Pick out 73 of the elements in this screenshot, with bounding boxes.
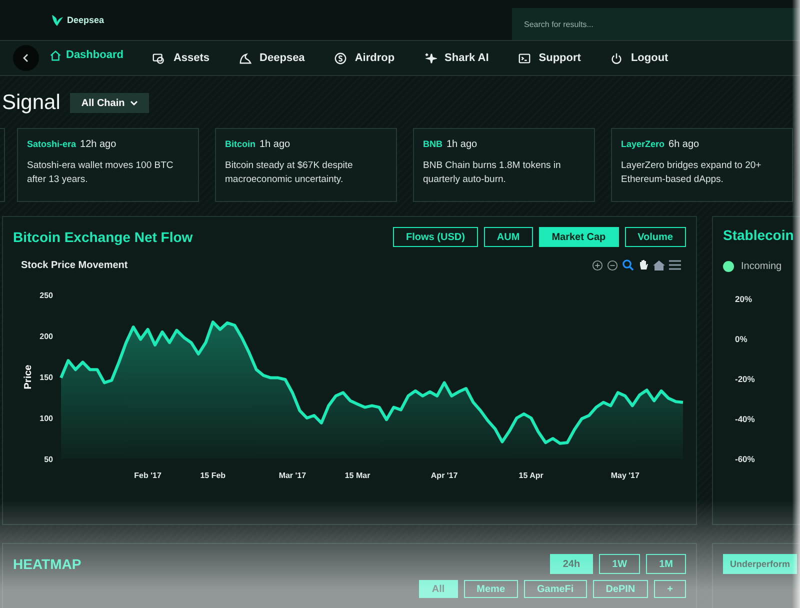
- coins-icon: [152, 52, 166, 64]
- panel-title: Stablecoin: [723, 227, 795, 243]
- chevron-down-icon: [130, 100, 138, 106]
- nav-item[interactable]: Assets: [152, 52, 210, 64]
- news-time: 1h ago: [446, 139, 478, 150]
- news-card[interactable]: Satoshi-era 12h ago Satoshi-era wallet moves 100 BTC after 13 years.: [17, 128, 199, 202]
- home-icon[interactable]: [653, 260, 665, 270]
- news-card[interactable]: BNB 1h ago BNB Chain burns 1.8M tokens in quarterly auto-burn.: [413, 128, 595, 202]
- nav-item[interactable]: Airdrop: [334, 52, 395, 64]
- menu-icon[interactable]: [669, 260, 681, 270]
- chart-title: Stock Price Movement: [21, 260, 128, 270]
- terminal-icon: [518, 52, 531, 64]
- zoom-out-icon[interactable]: [607, 260, 618, 270]
- chevron-left-icon: [21, 53, 31, 63]
- news-text: Bitcoin steady at $67K despite macroeconomic uncertainty.: [225, 159, 354, 187]
- x-tick-label: 15 Feb: [200, 471, 226, 480]
- hand-icon[interactable]: [638, 259, 649, 271]
- axis-label: Price: [23, 364, 34, 390]
- x-tick-label: May '17: [610, 471, 640, 480]
- news-source: Satoshi-era: [27, 139, 76, 149]
- y-tick-label: -60%: [735, 454, 756, 464]
- chain-dropdown[interactable]: All Chain: [70, 93, 149, 113]
- nav-item[interactable]: Logout: [610, 52, 668, 64]
- news-source: LayerZero: [621, 139, 665, 149]
- zoom-in-icon[interactable]: [592, 260, 603, 270]
- news-text: BNB Chain burns 1.8M tokens in quarterly auto-burn.: [423, 159, 562, 187]
- y-tick-label: 100: [40, 414, 53, 423]
- nav-item[interactable]: Dashboard: [49, 48, 124, 62]
- y-tick-label: 0%: [735, 334, 748, 344]
- legend-label: Incoming: [741, 261, 782, 272]
- x-tick-label: Mar '17: [278, 471, 306, 480]
- sparkle-icon: [424, 52, 437, 64]
- metric-tab[interactable]: Flows (USD): [393, 227, 478, 247]
- search-field[interactable]: Search for results...: [512, 8, 800, 40]
- x-tick-label: 15 Mar: [344, 471, 370, 480]
- period-tab[interactable]: 1W: [599, 554, 640, 574]
- metric-tab[interactable]: Volume: [624, 227, 686, 247]
- metric-tab[interactable]: AUM: [484, 227, 533, 247]
- metric-tab[interactable]: Market Cap: [538, 227, 619, 247]
- nav-item[interactable]: Deepsea: [238, 52, 305, 64]
- news-text: LayerZero bridges expand to 20+ Ethereum-based dApps.: [621, 159, 762, 187]
- x-tick-label: Apr '17: [430, 471, 458, 480]
- period-tab[interactable]: 1M: [646, 554, 686, 574]
- news-source: Bitcoin: [225, 139, 256, 149]
- y-tick-label: -20%: [735, 374, 756, 384]
- x-tick-label: Feb '17: [134, 471, 162, 480]
- news-time: 1h ago: [260, 139, 290, 150]
- news-card[interactable]: LayerZero 6h ago LayerZero bridges expand to 20+ Ethereum-based dApps.: [611, 128, 793, 202]
- nav-item[interactable]: Shark AI: [424, 52, 489, 64]
- dollar-icon: [334, 52, 347, 64]
- panel-title: Bitcoin Exchange Net Flow: [13, 229, 193, 245]
- nav-item[interactable]: Support: [518, 52, 581, 64]
- power-icon: [610, 52, 623, 64]
- brand-name: Deepsea: [67, 15, 104, 25]
- news-time: 6h ago: [668, 139, 700, 150]
- y-tick-label: 250: [40, 291, 53, 300]
- y-tick-label: 20%: [735, 294, 754, 304]
- section-title: Signal: [2, 91, 60, 115]
- y-tick-label: 50: [44, 455, 53, 464]
- home-icon: [49, 48, 62, 62]
- search-icon[interactable]: [622, 259, 634, 271]
- news-time: 12h ago: [80, 139, 116, 150]
- y-tick-label: 150: [40, 373, 53, 382]
- wave-icon: [238, 52, 252, 64]
- panel-title: HEATMAP: [13, 556, 82, 572]
- news-card[interactable]: Bitcoin 1h ago Bitcoin steady at $67K despite macroeconomic uncertainty.: [215, 128, 397, 202]
- news-text: Satoshi-era wallet moves 100 BTC after 13 years.: [27, 159, 174, 187]
- y-tick-label: 200: [40, 332, 53, 341]
- fish-logo-icon: [50, 13, 64, 27]
- news-source: BNB: [423, 139, 442, 149]
- x-tick-label: 15 Apr: [518, 471, 544, 480]
- y-tick-label: -40%: [735, 414, 756, 424]
- back-button[interactable]: [13, 45, 39, 71]
